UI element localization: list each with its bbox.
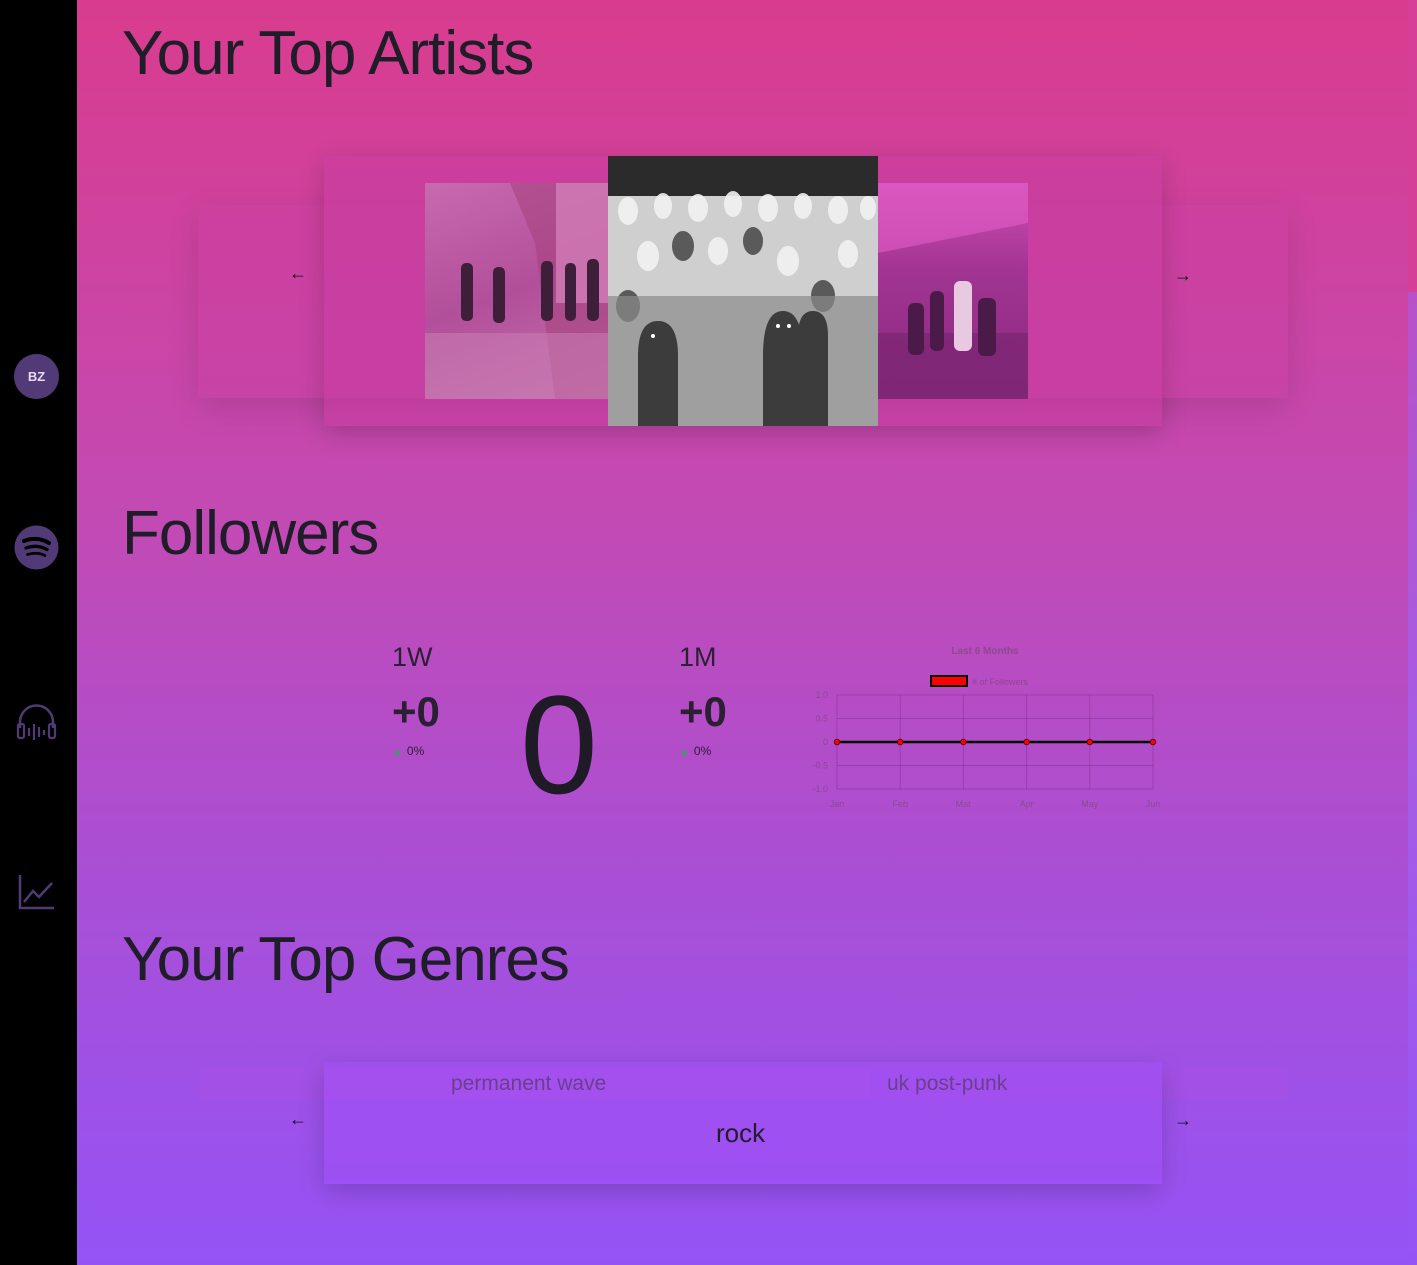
y-tick-label: -0.5 [812, 761, 828, 771]
week-pct: ▲ 0% [392, 744, 424, 758]
x-tick-label: Jun [1146, 799, 1161, 809]
week-label: 1W [392, 642, 433, 672]
up-arrow-icon: ▲ [679, 746, 690, 758]
week-pct-value: 0% [406, 744, 425, 758]
chart-title: Last 6 Months [951, 646, 1019, 657]
x-tick-label: Feb [892, 799, 908, 809]
x-tick-label: May [1081, 799, 1099, 809]
genre-left[interactable]: permanent wave [451, 1072, 606, 1096]
spotify-icon[interactable] [14, 525, 59, 570]
month-pct: ▲ 0% [679, 744, 711, 758]
top-artists-heading: Your Top Artists [122, 19, 534, 88]
followers-chart-svg: Last 6 Months # of Followers 1.0 0.5 0 -0.5 -1… [812, 646, 1161, 809]
data-point [896, 738, 904, 746]
data-point [1149, 738, 1157, 746]
up-arrow-icon: ▲ [392, 746, 403, 758]
y-tick-label: 1.0 [815, 690, 828, 700]
artist-image-right[interactable] [878, 183, 1028, 399]
genres-prev-button[interactable]: ← [288, 1109, 308, 1129]
genre-center[interactable]: rock [716, 1118, 765, 1149]
month-label: 1M [679, 642, 717, 672]
artists-next-button[interactable]: → [1173, 265, 1193, 285]
scrollbar-thumb[interactable] [1408, 0, 1417, 292]
month-pct-value: 0% [693, 744, 712, 758]
artists-prev-button[interactable]: ← [288, 263, 308, 283]
followers-chart: Last 6 Months # of Followers 1.0 0.5 0 -0.5 -1… [800, 640, 1170, 820]
headphones-icon[interactable] [14, 700, 59, 745]
artist-image-center[interactable] [608, 156, 878, 426]
y-tick-label: 0 [823, 737, 828, 747]
genres-next-button[interactable]: → [1173, 1110, 1193, 1130]
week-value: +0 [392, 688, 440, 735]
x-tick-label: Mar [956, 799, 972, 809]
artist-image-left[interactable] [425, 183, 608, 399]
month-value: +0 [679, 688, 727, 735]
total-followers: 0 [520, 666, 598, 823]
x-tick-label: Jan [830, 799, 845, 809]
y-tick-label: 0.5 [815, 714, 828, 724]
line-chart-icon[interactable] [14, 870, 59, 915]
data-point [960, 738, 967, 746]
legend-swatch [930, 675, 968, 687]
data-point [1023, 738, 1030, 746]
genre-right[interactable]: uk post-punk [887, 1072, 1007, 1096]
x-tick-label: Apr [1020, 799, 1034, 809]
followers-heading: Followers [122, 499, 379, 568]
data-point [1086, 738, 1093, 746]
sidebar: BZ [0, 0, 77, 1265]
y-tick-label: -1.0 [812, 784, 828, 794]
top-genres-heading: Your Top Genres [122, 925, 570, 994]
user-avatar[interactable]: BZ [14, 354, 59, 399]
legend-label: # of Followers [972, 677, 1029, 687]
data-point [833, 738, 841, 746]
